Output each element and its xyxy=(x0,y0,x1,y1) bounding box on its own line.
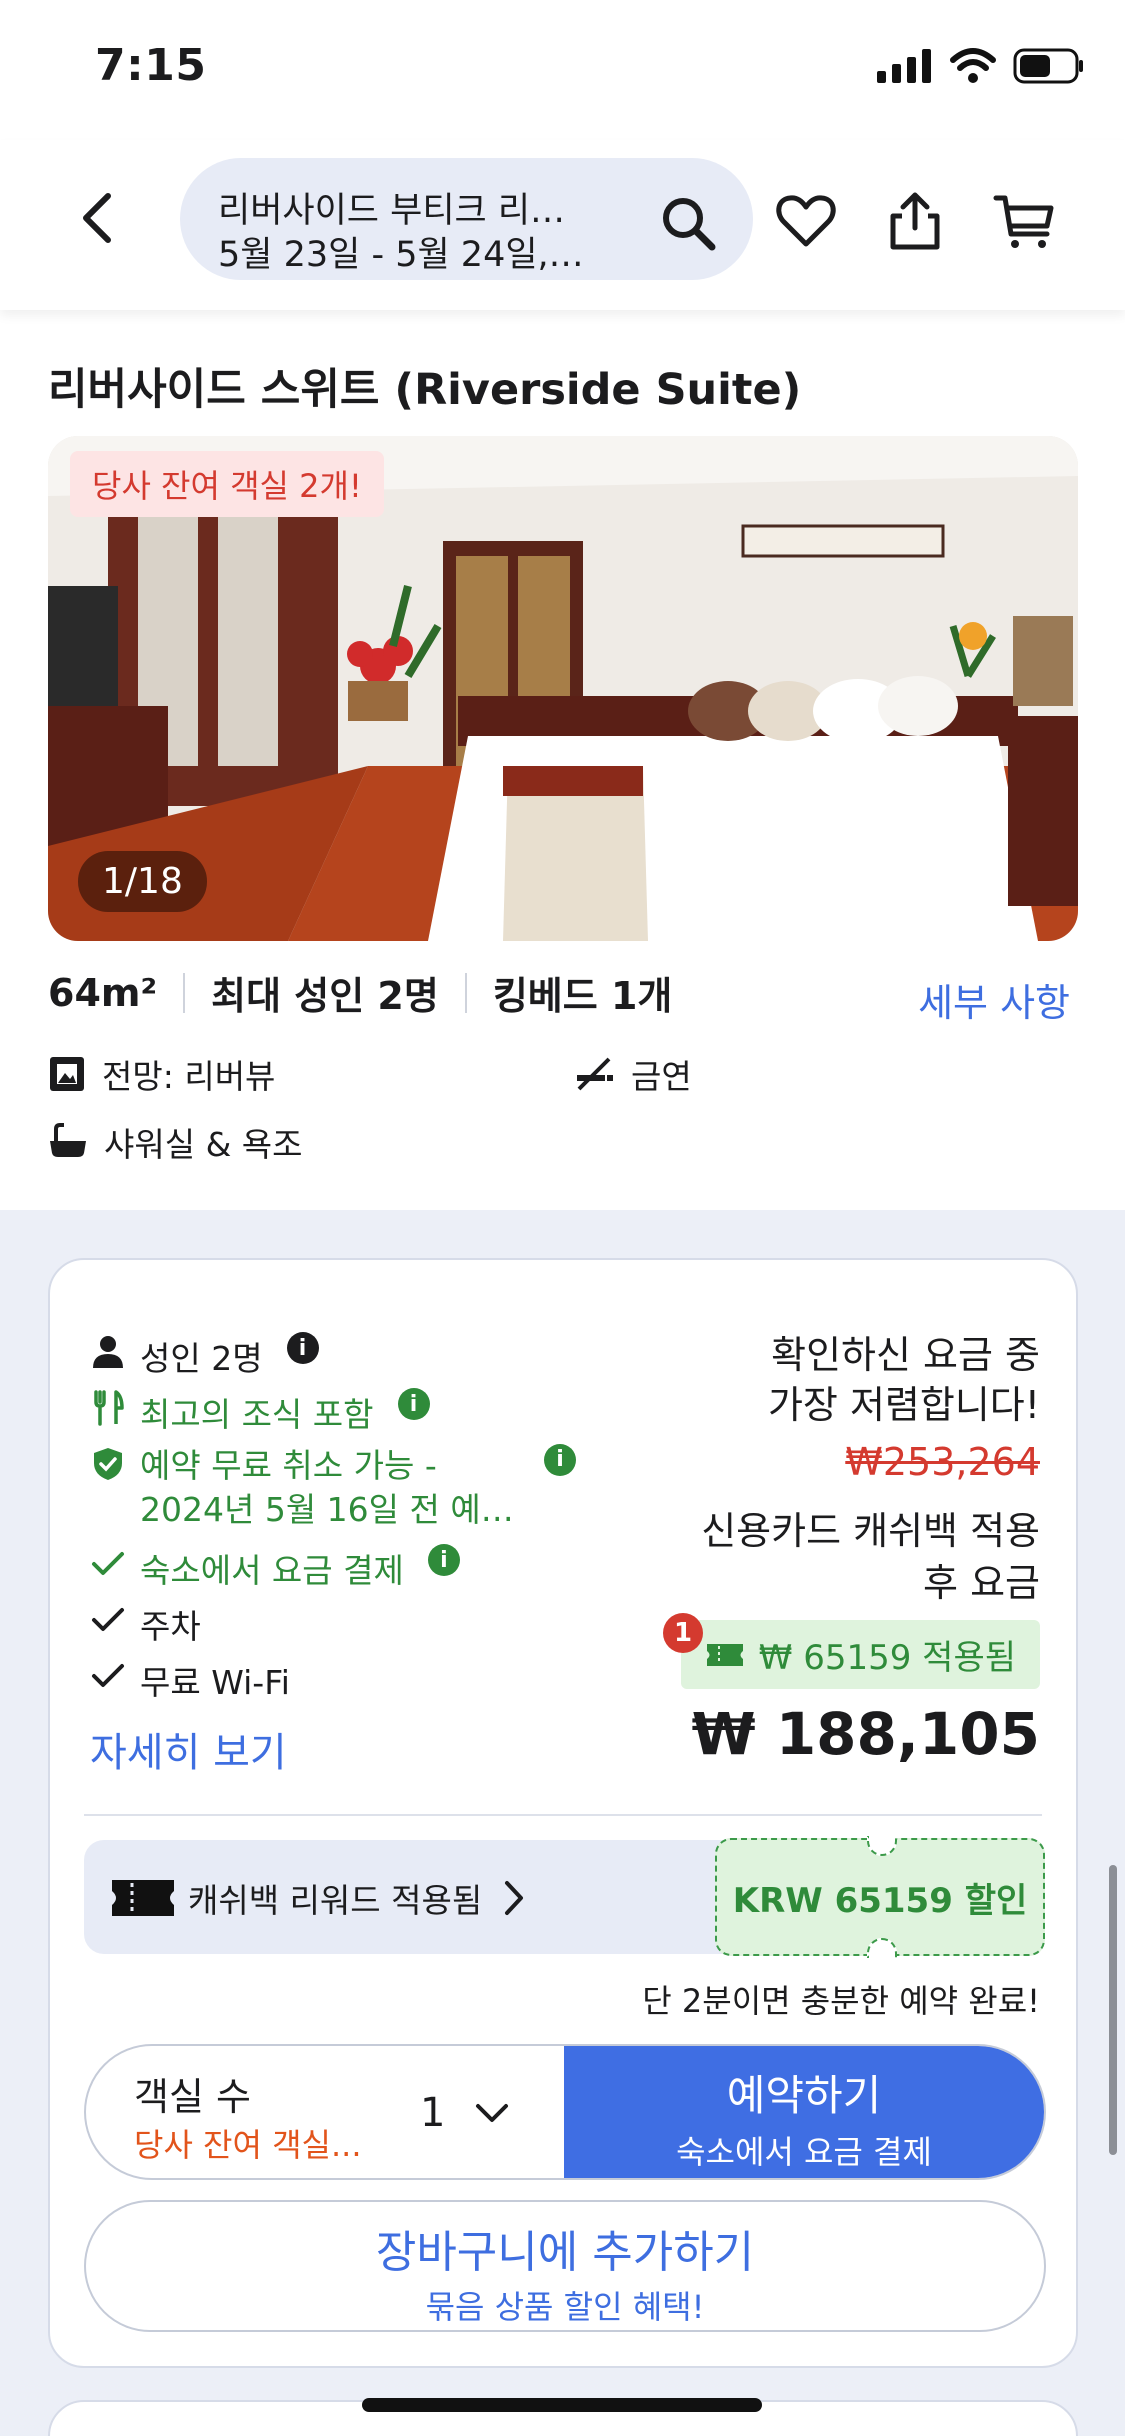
cancellation-line-2: 2024년 5월 16일 전 예… xyxy=(140,1490,514,1529)
bathtub-icon xyxy=(50,1123,86,1157)
reserve-button[interactable]: 예약하기 숙소에서 요금 결제 xyxy=(564,2046,1044,2178)
wifi-icon xyxy=(950,48,996,83)
rate-offer-card: 성인 2명 i 최고의 조식 포함 i 예약 무료 취소 가능 - 2024년 … xyxy=(48,1258,1078,2368)
amenity-view: 전망: 리버뷰 xyxy=(48,1050,275,1098)
shield-check-icon xyxy=(94,1448,122,1480)
room-size: 64m² xyxy=(48,970,158,1015)
search-summary-pill[interactable]: 리버사이드 부티크 리… 5월 23일 - 5월 24일,… xyxy=(180,158,753,280)
booking-row: 객실 수 당사 잔여 객실... 1 예약하기 숙소에서 요금 결제 xyxy=(84,2044,1046,2180)
feature-cancellation: 예약 무료 취소 가능 - 2024년 5월 16일 전 예… i xyxy=(90,1444,576,1532)
availability-badge: 당사 잔여 객실 2개! xyxy=(70,451,384,517)
reserve-sublabel: 숙소에서 요금 결제 xyxy=(676,2133,932,2171)
photo-counter: 1/18 xyxy=(78,851,207,912)
cashback-note: 신용카드 캐쉬백 적용 후 요금 xyxy=(701,1505,1040,1609)
info-icon[interactable]: i xyxy=(397,1388,430,1420)
add-to-cart-button[interactable]: 장바구니에 추가하기 묶음 상품 할인 혜택! xyxy=(84,2200,1046,2332)
original-price: ₩253,264 xyxy=(845,1440,1040,1484)
feature-cancellation-text: 예약 무료 취소 가능 - 2024년 5월 16일 전 예… xyxy=(140,1444,520,1532)
price-note: 확인하신 요금 중 가장 저렴합니다! xyxy=(768,1330,1040,1430)
cashback-applied-label: ₩ 65159 적용됨 xyxy=(758,1638,1016,1678)
coupon-label: KRW 65159 할인 xyxy=(732,1880,1028,1921)
cart-icon[interactable] xyxy=(993,190,1055,252)
amenity-bath-label: 샤워실 & 욕조 xyxy=(104,1125,303,1164)
add-to-cart-label: 장바구니에 추가하기 xyxy=(375,2227,755,2278)
chevron-down-icon xyxy=(476,2104,509,2122)
amenity-smoking: 금연 xyxy=(575,1050,692,1098)
room-facts: 64m² 최대 성인 2명 킹베드 1개 xyxy=(48,965,672,1020)
room-details-link[interactable]: 세부 사항 xyxy=(918,972,1070,1027)
search-dates: 5월 23일 - 5월 24일,… xyxy=(218,235,584,275)
room-bed: 킹베드 1개 xyxy=(492,974,673,1018)
status-time: 7:15 xyxy=(95,40,207,91)
status-bar: 7:15 xyxy=(0,0,1125,140)
no-smoking-icon xyxy=(577,1057,613,1091)
search-icon[interactable] xyxy=(659,194,717,252)
status-icons xyxy=(877,48,1085,84)
scrollbar[interactable] xyxy=(1109,1865,1117,2155)
room-max-guests: 최대 성인 2명 xyxy=(211,974,439,1018)
battery-icon xyxy=(1013,48,1083,84)
share-icon[interactable] xyxy=(884,190,946,252)
view-icon xyxy=(50,1057,84,1091)
coupon-notch xyxy=(867,1836,897,1856)
heart-icon[interactable] xyxy=(775,190,837,252)
amenity-smoking-label: 금연 xyxy=(631,1057,692,1096)
divider xyxy=(84,1814,1042,1816)
feature-wifi: 무료 Wi-Fi xyxy=(90,1656,290,1704)
rooms-left-warning: 당사 잔여 객실... xyxy=(134,2126,362,2164)
add-to-cart-sublabel: 묶음 상품 할인 혜택! xyxy=(425,2288,705,2326)
reward-label: 캐쉬백 리워드 적용됨 xyxy=(188,1881,483,1920)
quick-booking-note: 단 2분이면 충분한 예약 완료! xyxy=(642,1982,1040,2020)
divider xyxy=(464,972,467,1013)
info-icon[interactable]: i xyxy=(286,1332,319,1364)
discount-coupon: KRW 65159 할인 xyxy=(715,1836,1045,1958)
price-note-line-2: 가장 저렴합니다! xyxy=(767,1383,1040,1427)
rooms-label: 객실 수 xyxy=(134,2075,251,2119)
reserve-label: 예약하기 xyxy=(726,2071,882,2120)
signal-icon xyxy=(877,49,931,83)
final-price: ₩ 188,105 xyxy=(691,1700,1040,1768)
ticket-icon xyxy=(112,1880,174,1916)
feature-parking: 주차 xyxy=(90,1600,201,1648)
rooms-qty-value: 1 xyxy=(420,2090,446,2136)
feature-guests: 성인 2명 i xyxy=(90,1332,319,1380)
feature-guests-label: 성인 2명 xyxy=(140,1339,263,1378)
amenity-bath: 샤워실 & 욕조 xyxy=(48,1118,303,1166)
check-icon xyxy=(92,1664,124,1687)
divider xyxy=(183,972,186,1013)
cashback-reward-bar[interactable]: 캐쉬백 리워드 적용됨 KRW 65159 할인 xyxy=(84,1836,1045,1958)
reward-text: 캐쉬백 리워드 적용됨 xyxy=(188,1874,526,1922)
feature-wifi-label: 무료 Wi-Fi xyxy=(140,1663,290,1702)
room-photo[interactable]: 당사 잔여 객실 2개! 1/18 xyxy=(48,436,1078,941)
back-arrow-icon[interactable] xyxy=(70,188,130,248)
info-icon[interactable]: i xyxy=(427,1544,460,1576)
check-icon xyxy=(92,1608,124,1631)
feature-breakfast-label: 최고의 조식 포함 xyxy=(140,1395,374,1434)
check-icon xyxy=(92,1552,124,1575)
cashback-note-line-1: 신용카드 캐쉬백 적용 xyxy=(701,1509,1040,1553)
amenity-view-label: 전망: 리버뷰 xyxy=(102,1057,276,1096)
more-details-link[interactable]: 자세히 보기 xyxy=(90,1720,287,1778)
room-title: 리버사이드 스위트 (Riverside Suite) xyxy=(48,365,802,415)
top-navigation-bar: 리버사이드 부티크 리… 5월 23일 - 5월 24일,… xyxy=(0,140,1125,310)
notification-badge: 1 xyxy=(663,1613,703,1653)
chevron-right-icon xyxy=(505,1881,524,1915)
rooms-qty-dropdown[interactable]: 1 xyxy=(420,2090,509,2136)
coupon-notch xyxy=(867,1938,897,1958)
cashback-note-line-2: 후 요금 xyxy=(923,1561,1040,1605)
feature-breakfast: 최고의 조식 포함 i xyxy=(90,1388,430,1436)
info-icon[interactable]: i xyxy=(544,1444,576,1476)
feature-pay-label: 숙소에서 요금 결제 xyxy=(140,1551,404,1590)
feature-parking-label: 주차 xyxy=(140,1607,201,1646)
feature-pay-at-property: 숙소에서 요금 결제 i xyxy=(90,1544,460,1592)
ticket-icon xyxy=(706,1643,743,1666)
cashback-applied-chip[interactable]: ₩ 65159 적용됨 xyxy=(680,1620,1040,1689)
cancellation-line-1: 예약 무료 취소 가능 - xyxy=(140,1446,437,1485)
home-indicator[interactable] xyxy=(362,2398,762,2412)
cutlery-icon xyxy=(94,1390,124,1426)
price-note-line-1: 확인하신 요금 중 xyxy=(771,1333,1040,1377)
person-icon xyxy=(93,1336,123,1368)
